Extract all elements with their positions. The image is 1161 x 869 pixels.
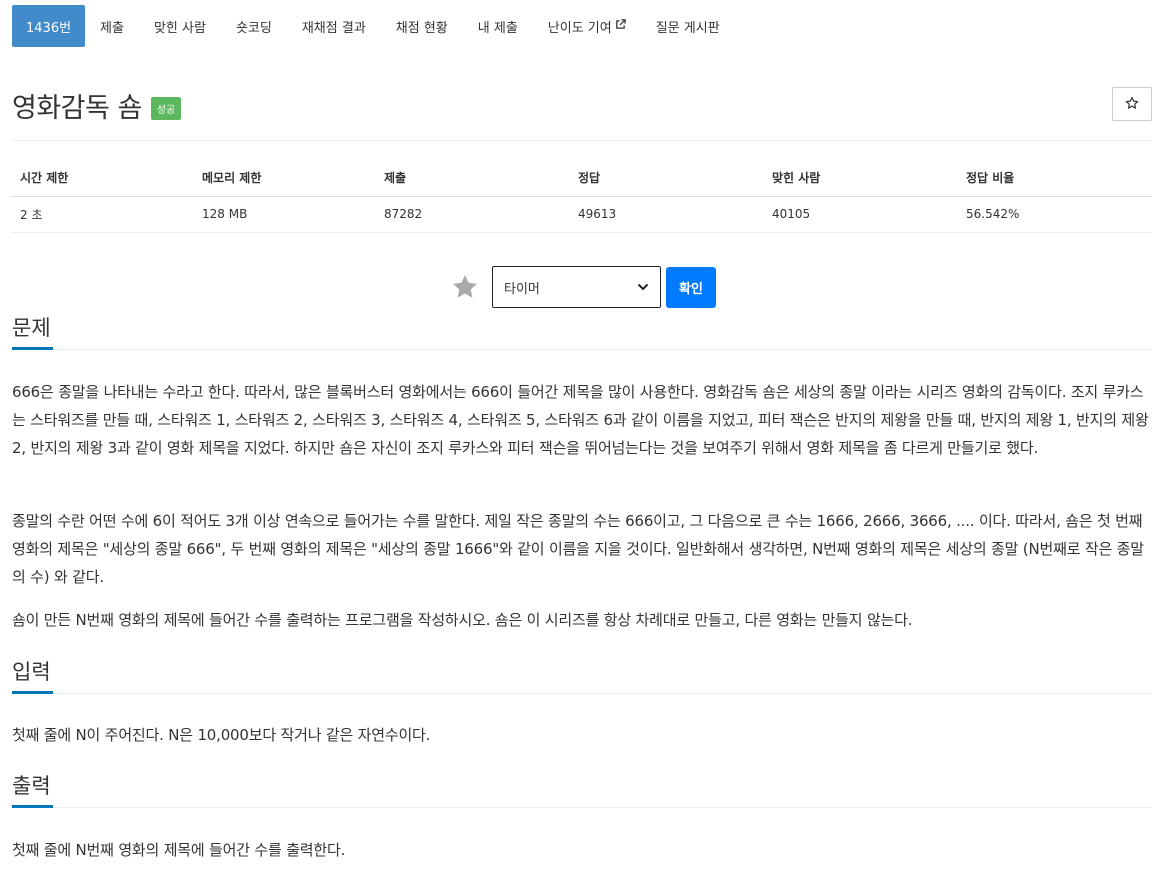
tab-solved-users[interactable]: 맞힌 사람 bbox=[139, 5, 221, 47]
output-section-header: 출력 bbox=[12, 772, 1152, 808]
page-title: 영화감독 숌 bbox=[12, 93, 142, 124]
section-title-output: 출력 bbox=[12, 772, 53, 808]
tab-label: 1436번 bbox=[26, 20, 72, 36]
time-limit-value: 2 초 bbox=[12, 196, 194, 233]
tab-rejudge-results[interactable]: 재채점 결과 bbox=[287, 5, 381, 47]
problem-menu-tabs: 1436번 제출 맞힌 사람 숏코딩 재채점 결과 채점 현황 내 제출 난이도… bbox=[12, 5, 735, 47]
title-divider bbox=[12, 140, 1152, 141]
tab-question-board[interactable]: 질문 게시판 bbox=[641, 5, 735, 47]
header-time-limit: 시간 제한 bbox=[12, 160, 194, 197]
problem-paragraph: 숌이 만든 N번째 영화의 제목에 들어간 수를 출력하는 프로그램을 작성하시… bbox=[12, 611, 913, 629]
output-description: 첫째 줄에 N번째 영화의 제목에 들어간 수를 출력한다. bbox=[12, 841, 346, 859]
input-section-header: 입력 bbox=[12, 658, 1152, 694]
problem-paragraph: 666은 종말을 나타내는 수라고 한다. 따라서, 많은 블록버스터 영화에서… bbox=[12, 383, 1149, 457]
tab-label: 맞힌 사람 bbox=[153, 20, 206, 36]
submissions-value: 87282 bbox=[376, 196, 570, 233]
timer-selected-value: 타이머 bbox=[504, 281, 540, 297]
star-outline-icon bbox=[1125, 95, 1139, 114]
header-accepted: 정답 bbox=[570, 160, 764, 197]
tab-label: 난이도 기여 bbox=[547, 20, 612, 36]
problem-paragraph: 종말의 수란 어떤 수에 6이 적어도 3개 이상 연속으로 들어가는 수를 말… bbox=[12, 512, 1144, 586]
favorite-star-button[interactable] bbox=[1112, 87, 1152, 121]
confirm-button[interactable]: 확인 bbox=[666, 266, 716, 308]
star-icon[interactable] bbox=[450, 272, 480, 302]
tab-label: 재채점 결과 bbox=[301, 20, 366, 36]
section-title-problem: 문제 bbox=[12, 314, 53, 350]
problem-title-row: 영화감독 숌 성공 bbox=[12, 86, 182, 125]
header-memory-limit: 메모리 제한 bbox=[194, 160, 376, 197]
tab-my-submissions[interactable]: 내 제출 bbox=[463, 5, 533, 47]
tab-judge-status[interactable]: 채점 현황 bbox=[381, 5, 463, 47]
tab-submit[interactable]: 제출 bbox=[85, 5, 139, 47]
tab-label: 채점 현황 bbox=[395, 20, 448, 36]
chevron-down-icon bbox=[637, 280, 649, 295]
tab-short-coding[interactable]: 숏코딩 bbox=[221, 5, 287, 47]
tab-label: 질문 게시판 bbox=[655, 20, 720, 36]
problem-info-table: 시간 제한 메모리 제한 제출 정답 맞힌 사람 정답 비율 2 초 128 M… bbox=[12, 160, 1152, 233]
timer-controls: 타이머 확인 bbox=[450, 266, 716, 308]
section-title-input: 입력 bbox=[12, 658, 53, 694]
accept-ratio-value: 56.542% bbox=[958, 196, 1152, 233]
problem-section-header: 문제 bbox=[12, 314, 1152, 350]
header-accept-ratio: 정답 비율 bbox=[958, 160, 1152, 197]
tab-difficulty-contribution[interactable]: 난이도 기여 bbox=[533, 5, 641, 47]
tab-label: 숏코딩 bbox=[235, 20, 272, 36]
timer-select[interactable]: 타이머 bbox=[492, 266, 661, 308]
header-solved-users: 맞힌 사람 bbox=[764, 160, 958, 197]
tab-label: 내 제출 bbox=[477, 20, 518, 36]
accepted-value: 49613 bbox=[570, 196, 764, 233]
tab-label: 제출 bbox=[100, 20, 124, 36]
table-header-row: 시간 제한 메모리 제한 제출 정답 맞힌 사람 정답 비율 bbox=[12, 160, 1152, 197]
memory-limit-value: 128 MB bbox=[194, 196, 376, 233]
external-link-icon bbox=[615, 19, 626, 33]
solved-users-value: 40105 bbox=[764, 196, 958, 233]
tab-problem-number[interactable]: 1436번 bbox=[12, 5, 86, 47]
status-badge: 성공 bbox=[150, 97, 182, 120]
table-row: 2 초 128 MB 87282 49613 40105 56.542% bbox=[12, 196, 1152, 233]
header-submissions: 제출 bbox=[376, 160, 570, 197]
input-description: 첫째 줄에 N이 주어진다. N은 10,000보다 작거나 같은 자연수이다. bbox=[12, 726, 431, 744]
